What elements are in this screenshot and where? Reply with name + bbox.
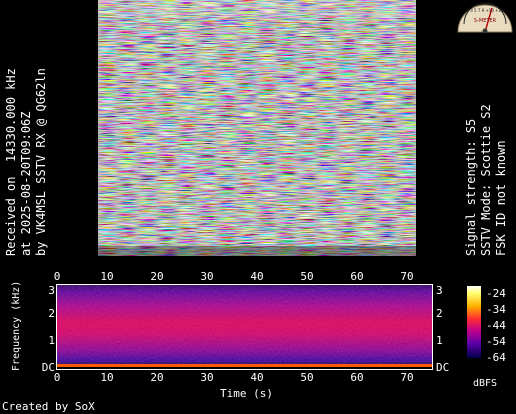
colorbar-tick: -24 (486, 287, 506, 300)
colorbar-tick: -44 (486, 319, 506, 332)
colorbar-tick: -64 (486, 351, 506, 364)
y-tick-right: 3 (436, 284, 443, 297)
x-tick-bottom: 30 (200, 371, 214, 384)
sstv-decoded-image (98, 0, 416, 256)
x-tick-top: 0 (53, 270, 61, 283)
colorbar-tick: -34 (486, 303, 506, 316)
x-tick-top: 70 (400, 270, 414, 283)
svg-text:1 3 5 7 9 +10 +20: 1 3 5 7 9 +10 +20 (466, 8, 504, 13)
svg-text:S-METER: S-METER (474, 18, 497, 24)
receiver-info-text: by VK4MSL SSTV RX @ QG62ln (34, 68, 48, 256)
x-tick-top: 10 (100, 270, 114, 283)
x-tick-top: 40 (250, 270, 264, 283)
received-time-text: at 2025-08-20T09:06Z (19, 111, 33, 257)
signal-strength-text: Signal strength: S5 (464, 118, 478, 256)
x-tick-top: 30 (200, 270, 214, 283)
received-frequency-text: Received on 14330.000 kHz (4, 68, 18, 256)
y-tick-right: 1 (436, 334, 443, 347)
y-tick-left: 1 (48, 334, 56, 347)
colorbar (467, 286, 481, 358)
x-tick-top: 20 (150, 270, 164, 283)
x-tick-bottom: 60 (350, 371, 364, 384)
y-tick-left: 3 (48, 284, 56, 297)
x-tick-top: 50 (300, 270, 314, 283)
s-meter-icon: 1 3 5 7 9 +10 +20 S-METER (457, 2, 513, 34)
y-tick-right: DC (436, 361, 450, 374)
time-axis-label: Time (s) (220, 387, 273, 400)
fsk-id-text: FSK ID not known (494, 140, 508, 256)
colorbar-tick: -54 (486, 335, 506, 348)
x-tick-top: 60 (350, 270, 364, 283)
created-by-text: Created by SoX (2, 400, 95, 413)
y-tick-left: DC (41, 361, 56, 374)
x-tick-bottom: 10 (100, 371, 114, 384)
colorbar-unit-label: dBFS (473, 378, 498, 389)
y-tick-right: 2 (436, 307, 443, 320)
x-tick-bottom: 50 (300, 371, 314, 384)
frequency-axis-label: Frequency (kHz) (11, 280, 22, 371)
spectrogram-frame (56, 284, 433, 370)
x-tick-bottom: 20 (150, 371, 164, 384)
sstv-mode-text: SSTV Mode: Scottie S2 (479, 104, 493, 256)
y-tick-left: 2 (48, 307, 56, 320)
x-tick-bottom: 70 (400, 371, 414, 384)
x-tick-bottom: 40 (250, 371, 264, 384)
